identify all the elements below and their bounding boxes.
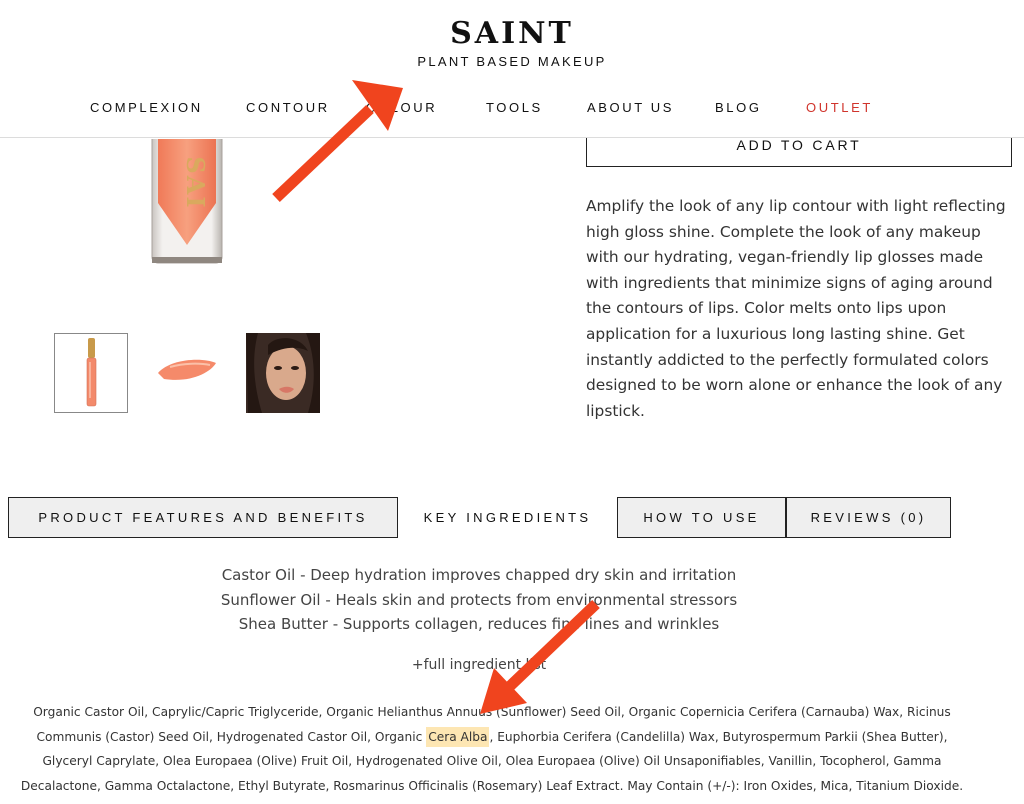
brand-logo[interactable]: SAINT xyxy=(0,16,1024,51)
full-ingredient-list: Organic Castor Oil, Caprylic/Capric Trig… xyxy=(20,700,964,798)
thumbnail-model[interactable] xyxy=(246,333,320,413)
nav-item-contour[interactable]: CONTOUR xyxy=(246,100,330,115)
benefit-shea-butter: Shea Butter - Supports collagen, reduces… xyxy=(238,615,720,633)
full-ingredient-list-toggle[interactable]: +full ingredient list xyxy=(0,657,958,673)
nav-item-complexion[interactable]: COMPLEXION xyxy=(90,100,203,115)
thumbnail-swatch[interactable] xyxy=(150,333,224,413)
tab-how-to-use[interactable]: HOW TO USE xyxy=(617,497,786,538)
tab-reviews[interactable]: REVIEWS (0) xyxy=(786,497,951,538)
nav-item-tools[interactable]: TOOLS xyxy=(486,100,543,115)
benefit-sunflower-oil: Sunflower Oil - Heals skin and protects … xyxy=(220,591,738,609)
nav-item-colour[interactable]: COLOUR xyxy=(366,100,437,115)
nav-item-outlet[interactable]: OUTLET xyxy=(806,100,873,115)
brand-tagline: PLANT BASED MAKEUP xyxy=(417,54,607,69)
lip-gloss-bottle-thumbnail-icon xyxy=(86,338,97,407)
product-description: Amplify the look of any lip contour with… xyxy=(586,197,1006,420)
svg-text:SAI: SAI xyxy=(181,156,210,209)
product-main-image[interactable]: SAI xyxy=(148,132,226,267)
model-face-icon xyxy=(246,333,320,413)
tab-key-ingredients[interactable]: KEY INGREDIENTS xyxy=(398,497,617,538)
benefit-castor-oil: Castor Oil - Deep hydration improves cha… xyxy=(221,566,737,584)
nav-item-blog[interactable]: BLOG xyxy=(715,100,762,115)
site-header: SAINT PLANT BASED MAKEUP COMPLEXION CONT… xyxy=(0,0,1024,138)
gloss-swatch-icon xyxy=(158,359,216,380)
tab-product-features[interactable]: PRODUCT FEATURES AND BENEFITS xyxy=(8,497,398,538)
main-nav: COMPLEXION CONTOUR COLOUR TOOLS ABOUT US… xyxy=(0,100,1024,120)
nav-item-about-us[interactable]: ABOUT US xyxy=(587,100,674,115)
highlighted-ingredient-cera-alba: Cera Alba xyxy=(426,726,490,747)
lip-gloss-bottle-icon: SAI xyxy=(151,132,223,264)
thumbnail-bottle[interactable] xyxy=(54,333,128,413)
